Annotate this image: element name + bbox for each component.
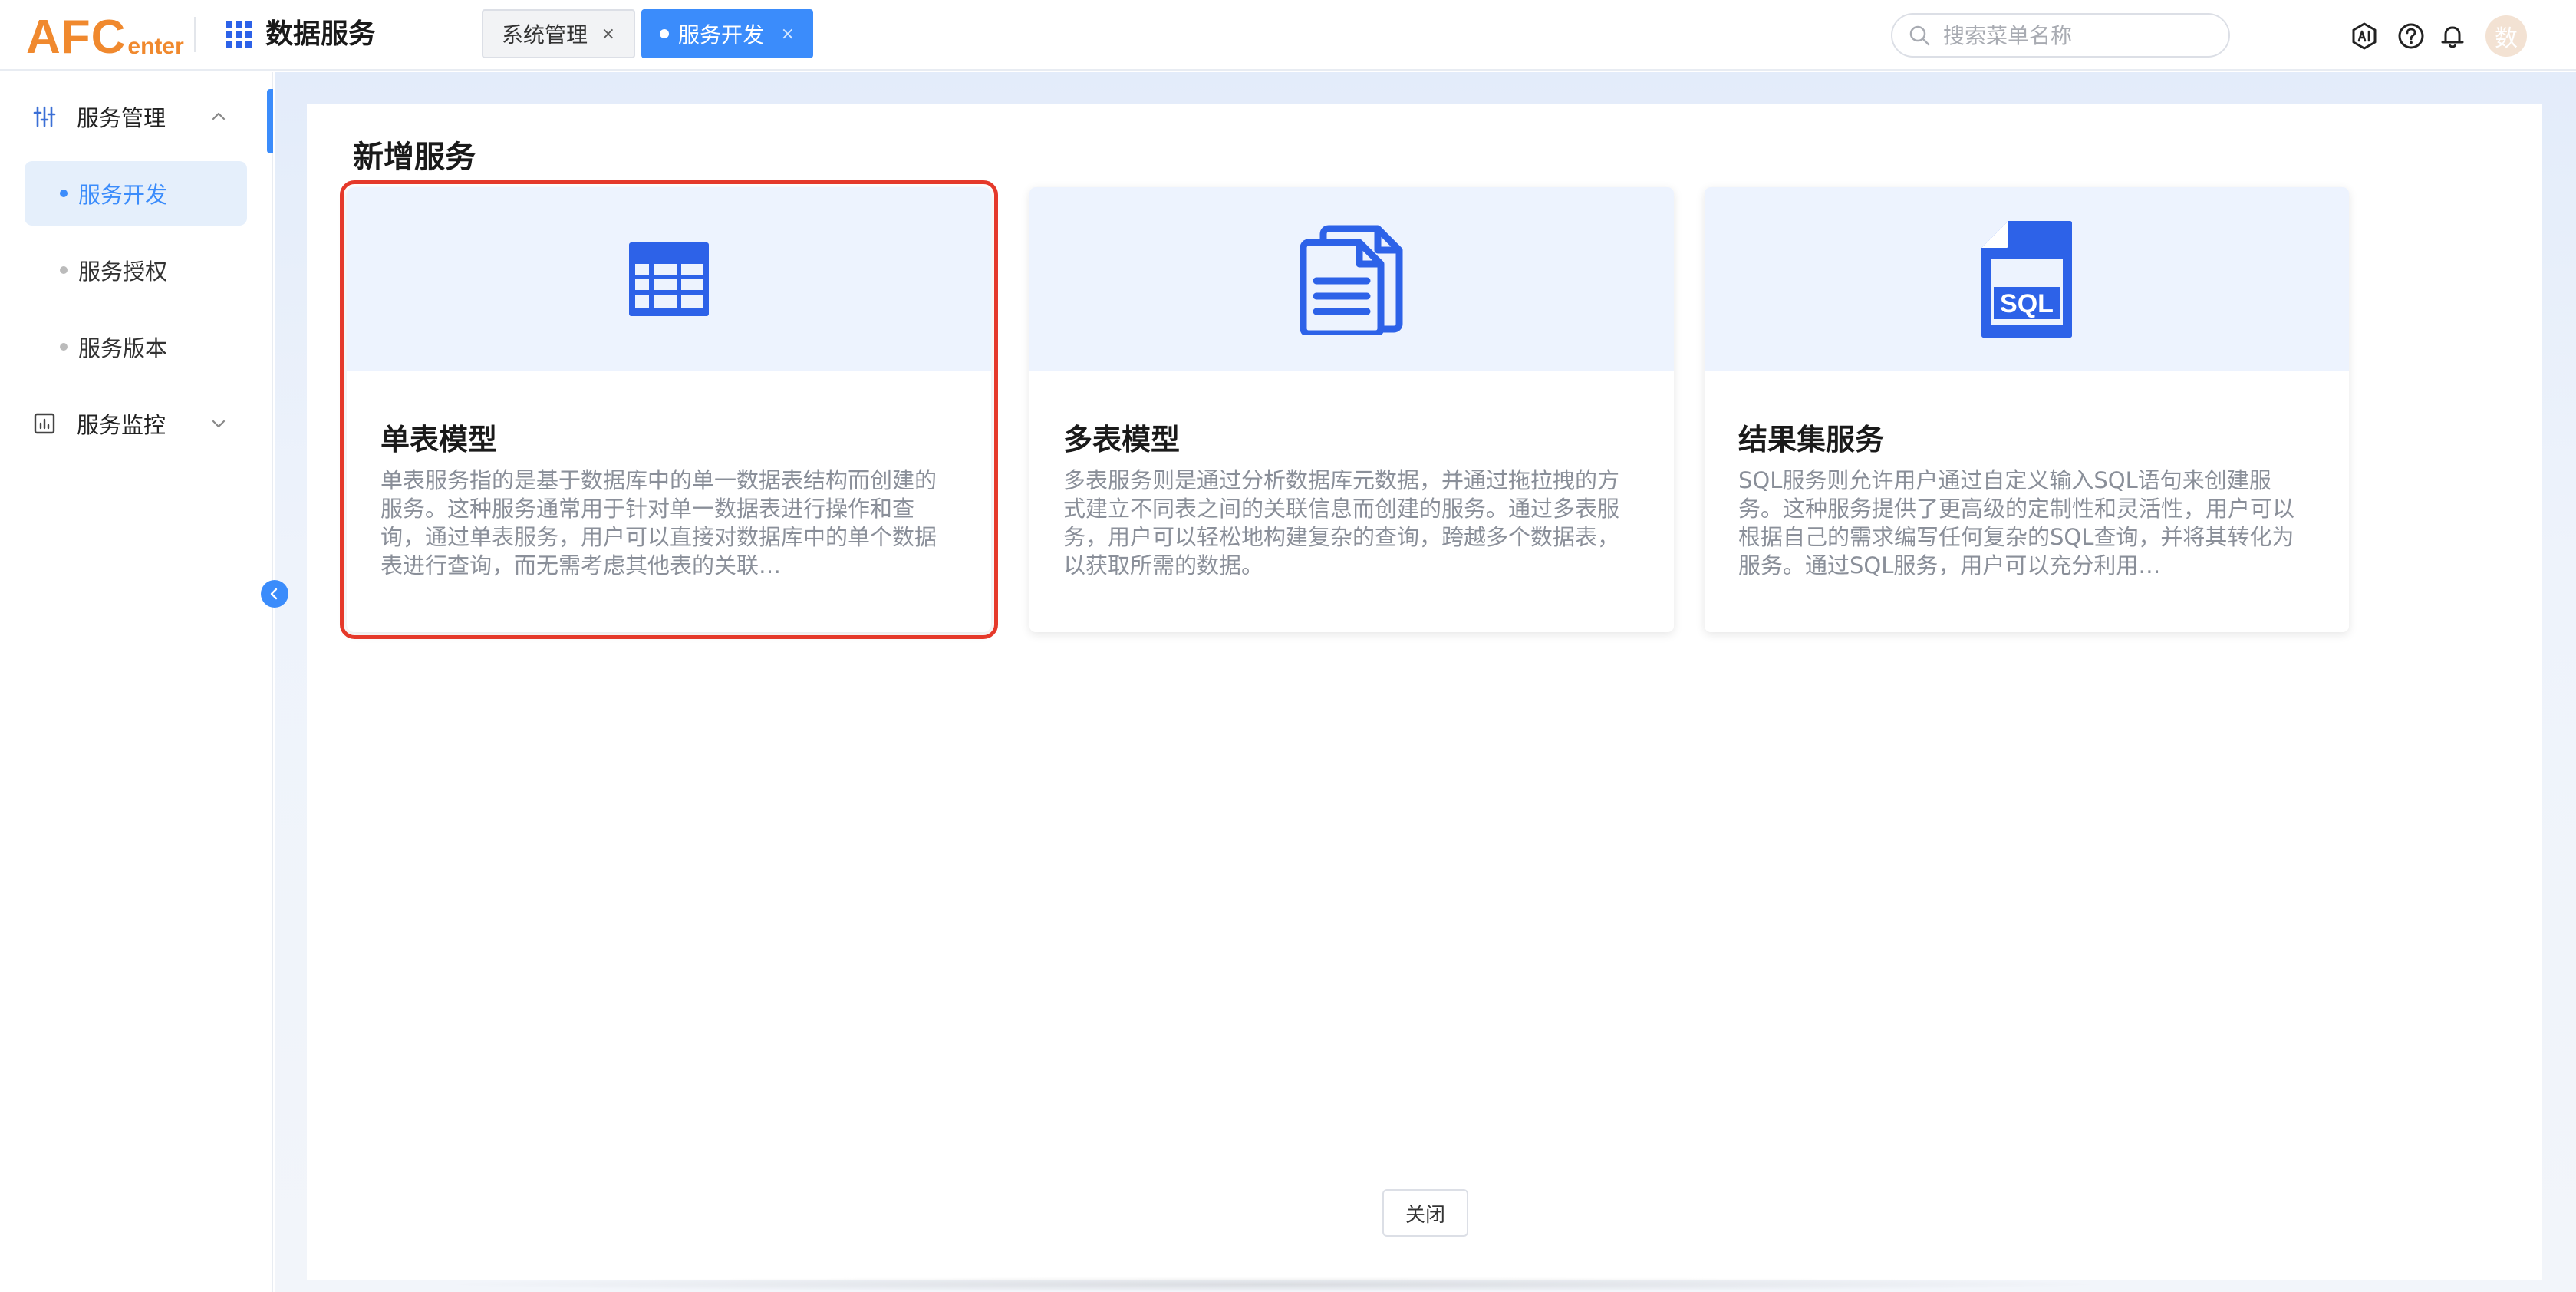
grid-apps-icon[interactable] [226, 21, 253, 48]
card-title: 单表模型 [380, 423, 498, 456]
chart-icon [34, 413, 55, 434]
card-title: 多表模型 [1063, 423, 1181, 456]
tab-system-management[interactable]: 系统管理 × [482, 9, 635, 58]
tab-close-icon[interactable]: × [601, 25, 615, 44]
service-card-result-set[interactable]: SQL 结果集服务 SQL服务则允许用户通过自定义输入SQL语句来创建服务。这种… [1705, 187, 2349, 632]
menu-dot [60, 343, 68, 351]
sidebar-item-service-version[interactable]: 服务版本 [25, 315, 247, 379]
sidebar-item-label: 服务版本 [78, 335, 168, 361]
active-tab-dot [660, 29, 669, 38]
user-avatar[interactable]: 数 [2485, 15, 2527, 57]
header-divider [194, 17, 196, 52]
card-icon-area [347, 187, 991, 371]
sidebar-item-label: 服务开发 [78, 182, 168, 208]
table-icon [629, 242, 709, 316]
sidebar: 服务管理 服务开发 服务授权 服务版本 服务监控 [0, 72, 273, 1292]
top-header: AFC enter 数据服务 系统管理 × 服务开发 × 搜索菜单名称 数 [0, 0, 2576, 71]
tab-service-development[interactable]: 服务开发 × [641, 9, 813, 58]
sliders-icon [33, 106, 56, 127]
sidebar-group-service-monitoring[interactable]: 服务监控 [0, 393, 261, 454]
logo[interactable]: AFC enter [26, 8, 184, 63]
app-title: 数据服务 [265, 18, 377, 50]
ai-icon[interactable] [2350, 21, 2379, 51]
sidebar-collapse-button[interactable] [261, 580, 288, 608]
chevron-down-icon[interactable] [209, 414, 229, 433]
tab-label: 服务开发 [678, 22, 765, 48]
panel-bottom-shadow [430, 1277, 2117, 1292]
sidebar-item-service-authorization[interactable]: 服务授权 [25, 238, 247, 302]
card-icon-area: SQL [1705, 187, 2349, 371]
search-icon [1909, 25, 1930, 46]
card-description: SQL服务则允许用户通过自定义输入SQL语句来创建服务。这种服务提供了更高级的定… [1738, 467, 2295, 578]
help-icon[interactable] [2396, 21, 2426, 51]
documents-icon [1300, 225, 1403, 335]
page-title: 新增服务 [353, 140, 476, 175]
card-description: 多表服务则是通过分析数据库元数据，并通过拖拉拽的方式建立不同表之间的关联信息而创… [1063, 467, 1620, 578]
sidebar-item-service-development[interactable]: 服务开发 [25, 161, 247, 226]
tab-label: 系统管理 [502, 22, 588, 48]
app-root: AFC enter 数据服务 系统管理 × 服务开发 × 搜索菜单名称 数 服务… [0, 0, 2576, 1292]
logo-text-small: enter [127, 34, 184, 59]
card-icon-area [1029, 187, 1674, 371]
bell-icon[interactable] [2438, 21, 2467, 51]
chevron-up-icon[interactable] [209, 107, 229, 127]
tab-close-icon[interactable]: × [781, 25, 795, 44]
sql-icon-label: SQL [2000, 289, 2054, 318]
close-button[interactable]: 关闭 [1382, 1189, 1468, 1237]
sidebar-item-label: 服务授权 [78, 259, 168, 285]
menu-dot [60, 190, 68, 197]
chevron-left-icon [270, 588, 278, 600]
sidebar-group-service-management[interactable]: 服务管理 [0, 86, 261, 147]
card-title: 结果集服务 [1738, 423, 1885, 456]
sidebar-group-label: 服务监控 [77, 412, 166, 438]
service-card-multi-table[interactable]: 多表模型 多表服务则是通过分析数据库元数据，并通过拖拉拽的方式建立不同表之间的关… [1029, 187, 1674, 632]
sidebar-group-label: 服务管理 [77, 105, 166, 131]
menu-search-box[interactable] [1891, 13, 2230, 58]
logo-text-big: AFC [26, 11, 127, 64]
search-input[interactable] [1943, 22, 2204, 48]
card-description: 单表服务指的是基于数据库中的单一数据表结构而创建的服务。这种服务通常用于针对单一… [380, 467, 937, 578]
active-indicator-bar [267, 89, 273, 153]
menu-dot [60, 266, 68, 274]
sql-file-icon: SQL [1981, 221, 2072, 338]
service-card-single-table[interactable]: 单表模型 单表服务指的是基于数据库中的单一数据表结构而创建的服务。这种服务通常用… [340, 180, 998, 639]
